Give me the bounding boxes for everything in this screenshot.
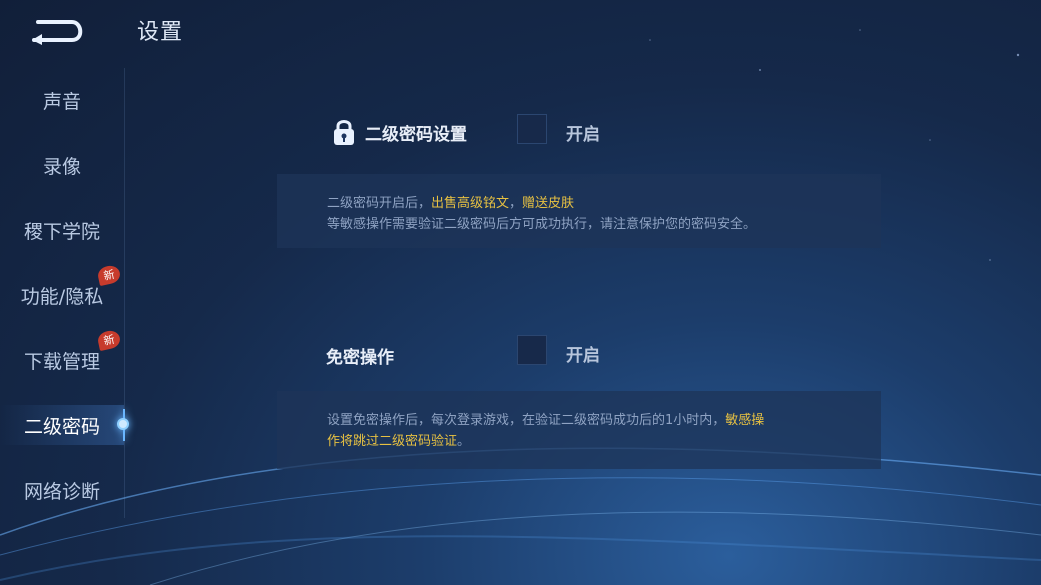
highlight-text-skip-verify: 作将跳过二级密码验证	[327, 434, 458, 449]
sidebar-item-secondary-password[interactable]: 二级密码	[0, 405, 125, 445]
secondary-password-toggle-label: 开启	[566, 125, 600, 145]
sidebar-item-sound[interactable]: 声音	[0, 80, 124, 120]
sidebar-item-label: 下载管理	[23, 350, 100, 373]
password-free-toggle-label: 开启	[566, 346, 600, 366]
highlight-text-gift-skin: 赠送皮肤	[522, 196, 575, 211]
sidebar-item-replay[interactable]: 录像	[0, 145, 124, 185]
back-arrow-icon	[32, 20, 83, 45]
star-field-decoration	[649, 29, 1020, 261]
sidebar-item-label: 稷下学院	[23, 220, 100, 243]
description-text: 二级密码开启后，	[327, 196, 432, 211]
active-indicator-dot	[117, 418, 129, 430]
highlight-text-sell-inscription: 出售高级铭文	[431, 196, 510, 211]
sidebar-item-label: 功能/隐私	[20, 285, 104, 308]
secondary-password-label: 二级密码设置	[365, 124, 467, 145]
sidebar-item-academy[interactable]: 稷下学院	[0, 210, 124, 250]
secondary-password-toggle[interactable]	[517, 114, 547, 144]
sidebar-item-label: 声音	[42, 90, 81, 113]
sidebar-nav: 声音 录像 稷下学院 功能/隐私 新 下载管理 新 二级密码 网络诊断	[0, 68, 129, 518]
description-end: 。	[457, 434, 471, 449]
sidebar-item-label: 网络诊断	[23, 480, 100, 503]
password-free-row: 免密操作	[326, 343, 394, 368]
lock-icon	[334, 120, 354, 145]
password-free-label: 免密操作	[326, 348, 394, 368]
back-button[interactable]	[28, 14, 90, 48]
highlight-text-sensitive: 敏感操	[725, 413, 765, 428]
secondary-password-row: 二级密码设置	[331, 118, 467, 146]
sidebar-item-label: 录像	[42, 155, 81, 178]
secondary-password-description: 二级密码开启后，出售高级铭文，赠送皮肤 等敏感操作需要验证二级密码后方可成功执行…	[277, 174, 881, 248]
sidebar-item-label: 二级密码	[23, 415, 100, 438]
sidebar-item-network-diagnosis[interactable]: 网络诊断	[0, 470, 124, 510]
page-title: 设置	[137, 20, 184, 45]
description-text: 设置免密操作后，每次登录游戏，在验证二级密码成功后的1小时内，	[327, 413, 726, 428]
description-line-2: 等敏感操作需要验证二级密码后方可成功执行，请注意保护您的密码安全。	[327, 217, 757, 232]
description-line-1: 二级密码开启后，出售高级铭文，赠送皮肤	[327, 193, 831, 214]
password-free-toggle[interactable]	[517, 335, 547, 365]
password-free-description: 设置免密操作后，每次登录游戏，在验证二级密码成功后的1小时内，敏感操作将跳过二级…	[277, 391, 881, 469]
description-separator: ，	[509, 196, 523, 211]
